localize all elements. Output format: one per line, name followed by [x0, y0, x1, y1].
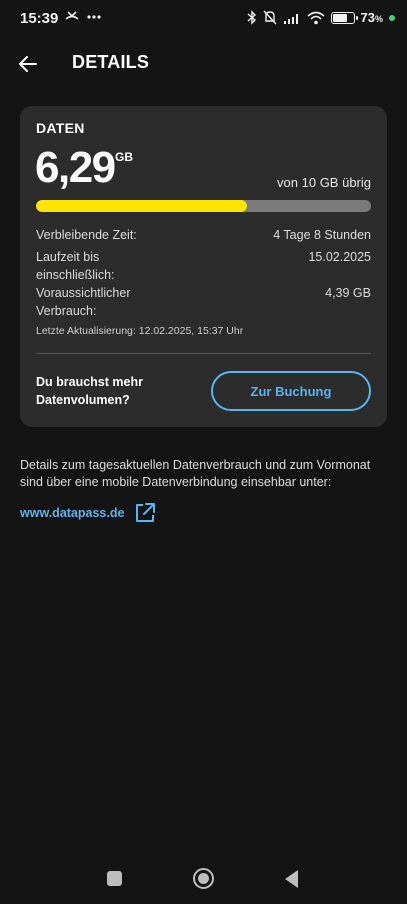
remaining-unit: GB: [115, 150, 133, 164]
last-update-text: Letzte Aktualisierung: 12.02.2025, 15:37…: [36, 325, 244, 337]
detail-value: 15.02.2025: [308, 250, 371, 264]
external-link-icon[interactable]: [134, 502, 156, 524]
detail-label: Verbleibende Zeit:: [36, 228, 137, 242]
recents-button[interactable]: [107, 871, 122, 886]
home-button[interactable]: [193, 868, 214, 889]
detail-row-forecast: Voraussichtlicher Verbrauch: 4,39 GB: [36, 284, 371, 320]
info-text: Details zum tagesaktuellen Datenverbrauc…: [20, 458, 371, 489]
detail-label: Laufzeit bis einschließlich:: [36, 250, 115, 282]
missed-call-icon: [65, 11, 79, 20]
status-time: 15:39: [20, 10, 59, 27]
card-divider: [36, 353, 371, 354]
battery-icon: [330, 11, 358, 24]
app-header: DETAILS: [0, 44, 407, 84]
system-back-button[interactable]: [285, 870, 298, 888]
arrow-left-icon: [19, 56, 37, 72]
signal-icon: [283, 13, 298, 24]
detail-row-remaining-time: Verbleibende Zeit: 4 Tage 8 Stunden: [36, 226, 371, 244]
upsell-text: Du brauchst mehr Datenvolumen?: [36, 375, 143, 407]
wifi-icon: [306, 11, 325, 24]
app-screen: 15:39 73% DETAILS DATEN 6,29 GB von 10 G…: [0, 0, 407, 904]
detail-row-term-end: Laufzeit bis einschließlich: 15.02.2025: [36, 248, 371, 284]
remaining-text: von 10 GB übrig: [277, 175, 371, 190]
back-button[interactable]: [14, 50, 42, 78]
external-link-row[interactable]: www.datapass.de: [20, 502, 156, 524]
mute-bell-icon: [263, 10, 277, 25]
usage-progress-bar: [36, 200, 371, 212]
system-nav-bar: [0, 860, 407, 900]
status-right-icons: 73%: [247, 10, 395, 25]
status-left-icons: [64, 9, 102, 25]
status-bar: 15:39 73%: [0, 0, 407, 38]
privacy-indicator: [389, 14, 395, 21]
booking-button[interactable]: Zur Buchung: [211, 371, 371, 411]
usage-progress-fill: [36, 200, 247, 212]
more-dots-icon: [87, 15, 101, 19]
detail-value: 4,39 GB: [325, 286, 371, 300]
datapass-link[interactable]: www.datapass.de: [20, 506, 124, 520]
remaining-amount: 6,29: [35, 143, 116, 192]
page-title: DETAILS: [72, 52, 150, 72]
card-label: DATEN: [36, 120, 85, 136]
data-usage-card: DATEN 6,29 GB von 10 GB übrig Verbleiben…: [20, 106, 387, 427]
detail-value: 4 Tage 8 Stunden: [273, 228, 371, 242]
battery-level: [332, 13, 347, 22]
battery-percent: 73%: [360, 10, 383, 25]
bluetooth-icon: [247, 10, 256, 25]
detail-label: Voraussichtlicher Verbrauch:: [36, 286, 131, 318]
